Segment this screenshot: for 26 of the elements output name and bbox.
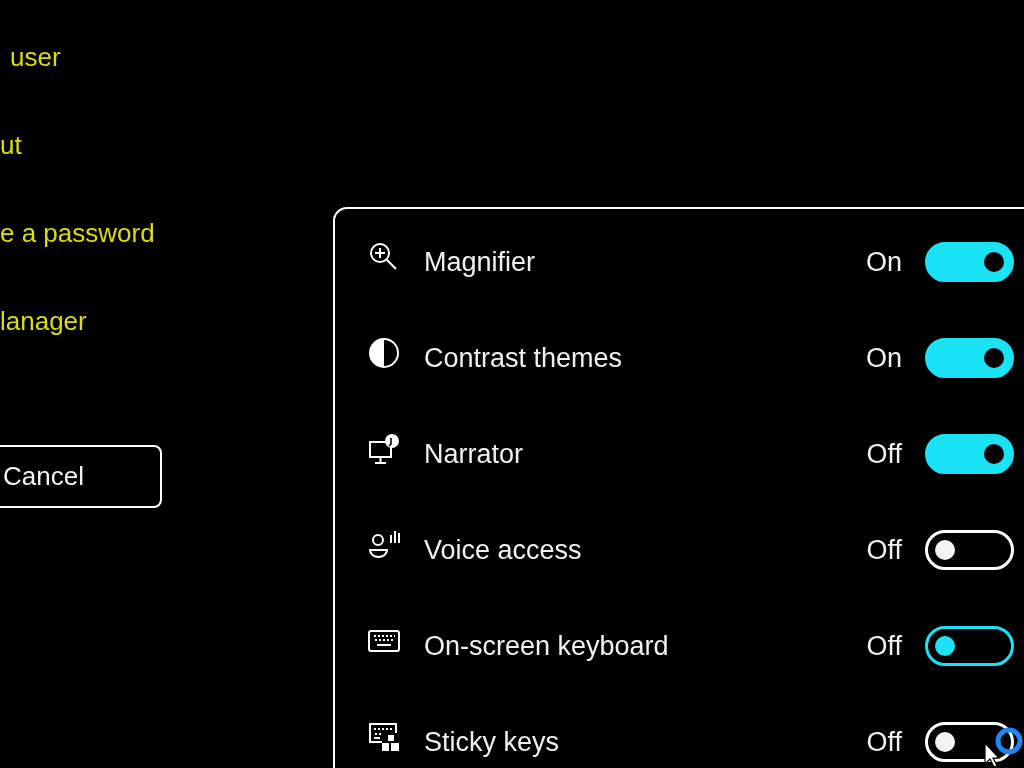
toggle-switch[interactable] (925, 338, 1014, 378)
setting-label: On-screen keyboard (424, 630, 670, 662)
option-link[interactable]: lanager (0, 277, 87, 365)
keyboard-squares-icon (368, 721, 400, 753)
toggle-switch[interactable] (925, 626, 1014, 666)
status-text: Off (866, 438, 902, 470)
setting-label: Sticky keys (424, 726, 561, 758)
half-filled-circle-icon (368, 337, 400, 369)
setting-label: Contrast themes (424, 342, 624, 374)
status-text: On (865, 342, 902, 374)
cancel-button[interactable]: Cancel (0, 445, 162, 508)
status-text: On (865, 246, 902, 278)
monitor-speech-icon (368, 433, 400, 465)
toggle-switch[interactable] (925, 434, 1014, 474)
option-link[interactable]: e a password (0, 189, 155, 277)
status-text: Off (866, 534, 902, 566)
status-text: Off (866, 726, 902, 758)
person-sound-icon (368, 529, 400, 561)
toggle-switch[interactable] (925, 242, 1014, 282)
setting-label: Narrator (424, 438, 525, 470)
option-link[interactable]: user (0, 13, 61, 101)
setting-label: Magnifier (424, 246, 537, 278)
status-text: Off (866, 630, 902, 662)
setting-label: Voice access (424, 534, 583, 566)
loading-ring-icon (995, 727, 1023, 755)
option-link[interactable]: ut (0, 101, 22, 189)
